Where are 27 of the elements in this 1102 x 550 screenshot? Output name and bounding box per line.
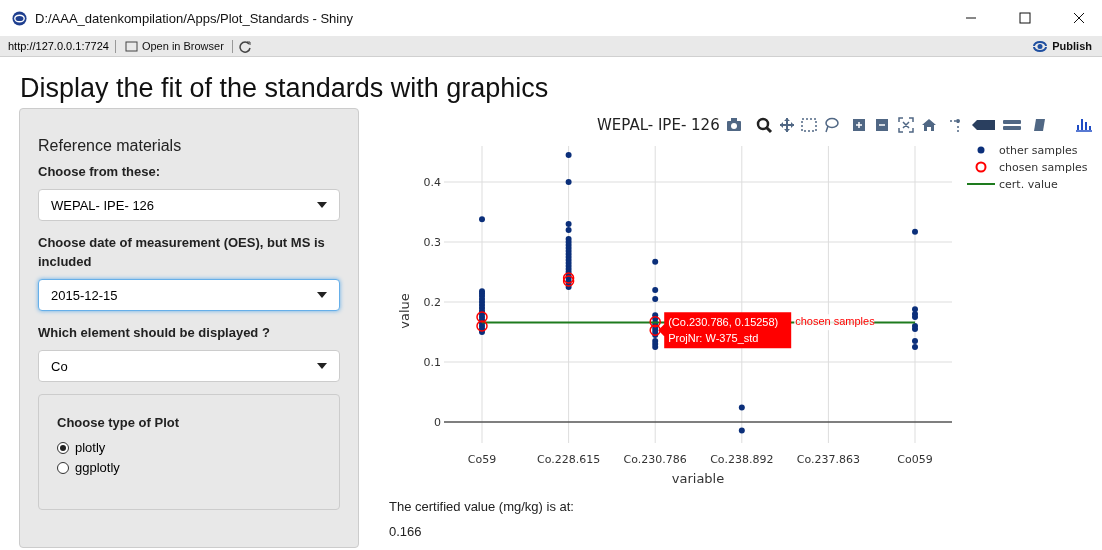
tick-label: Co.228.615 <box>537 453 601 466</box>
tooltip-series-label: chosen samples <box>795 315 875 328</box>
page-heading: Display the fit of the standards with graphics <box>20 73 550 104</box>
window-title: D:/AAA_datenkompilation/Apps/Plot_Standards - Shiny <box>35 10 354 26</box>
tick-label: 0.1 <box>423 356 441 369</box>
field-label: Choose type of Plot <box>57 414 181 432</box>
tick-label: 0.3 <box>423 236 441 249</box>
tick-label: Co059 <box>897 453 933 466</box>
field-label: Choose from these: <box>38 163 162 181</box>
tick-label: Co.238.892 <box>710 453 774 466</box>
tick-label: 0.4 <box>423 176 441 189</box>
field-label: Choose date of measurement (OES), but MS is included <box>38 234 326 271</box>
panel-title: Reference materials <box>38 137 183 155</box>
tick-label: 0.2 <box>423 296 441 309</box>
axis-title: value <box>397 293 412 329</box>
tooltip-text: ProjNr: W-375_std <box>668 332 759 345</box>
tick-label: Co.237.863 <box>796 453 860 466</box>
tooltip-text: (Co.230.786, 0.15258) <box>668 316 779 329</box>
field-label: Which element should be displayed ? <box>38 324 271 342</box>
axis-title: variable <box>671 471 725 486</box>
tick-label: 0 <box>434 416 441 429</box>
result-label: The certified value (mg/kg) is at: <box>389 499 575 514</box>
url-text: http://127.0.0.1:7724 <box>8 40 109 52</box>
result-value: 0.166 <box>389 524 423 539</box>
tick-label: Co.230.786 <box>623 453 687 466</box>
tick-label: Co59 <box>467 453 497 466</box>
chart-title: WEPAL- IPE- 126 <box>597 116 720 134</box>
